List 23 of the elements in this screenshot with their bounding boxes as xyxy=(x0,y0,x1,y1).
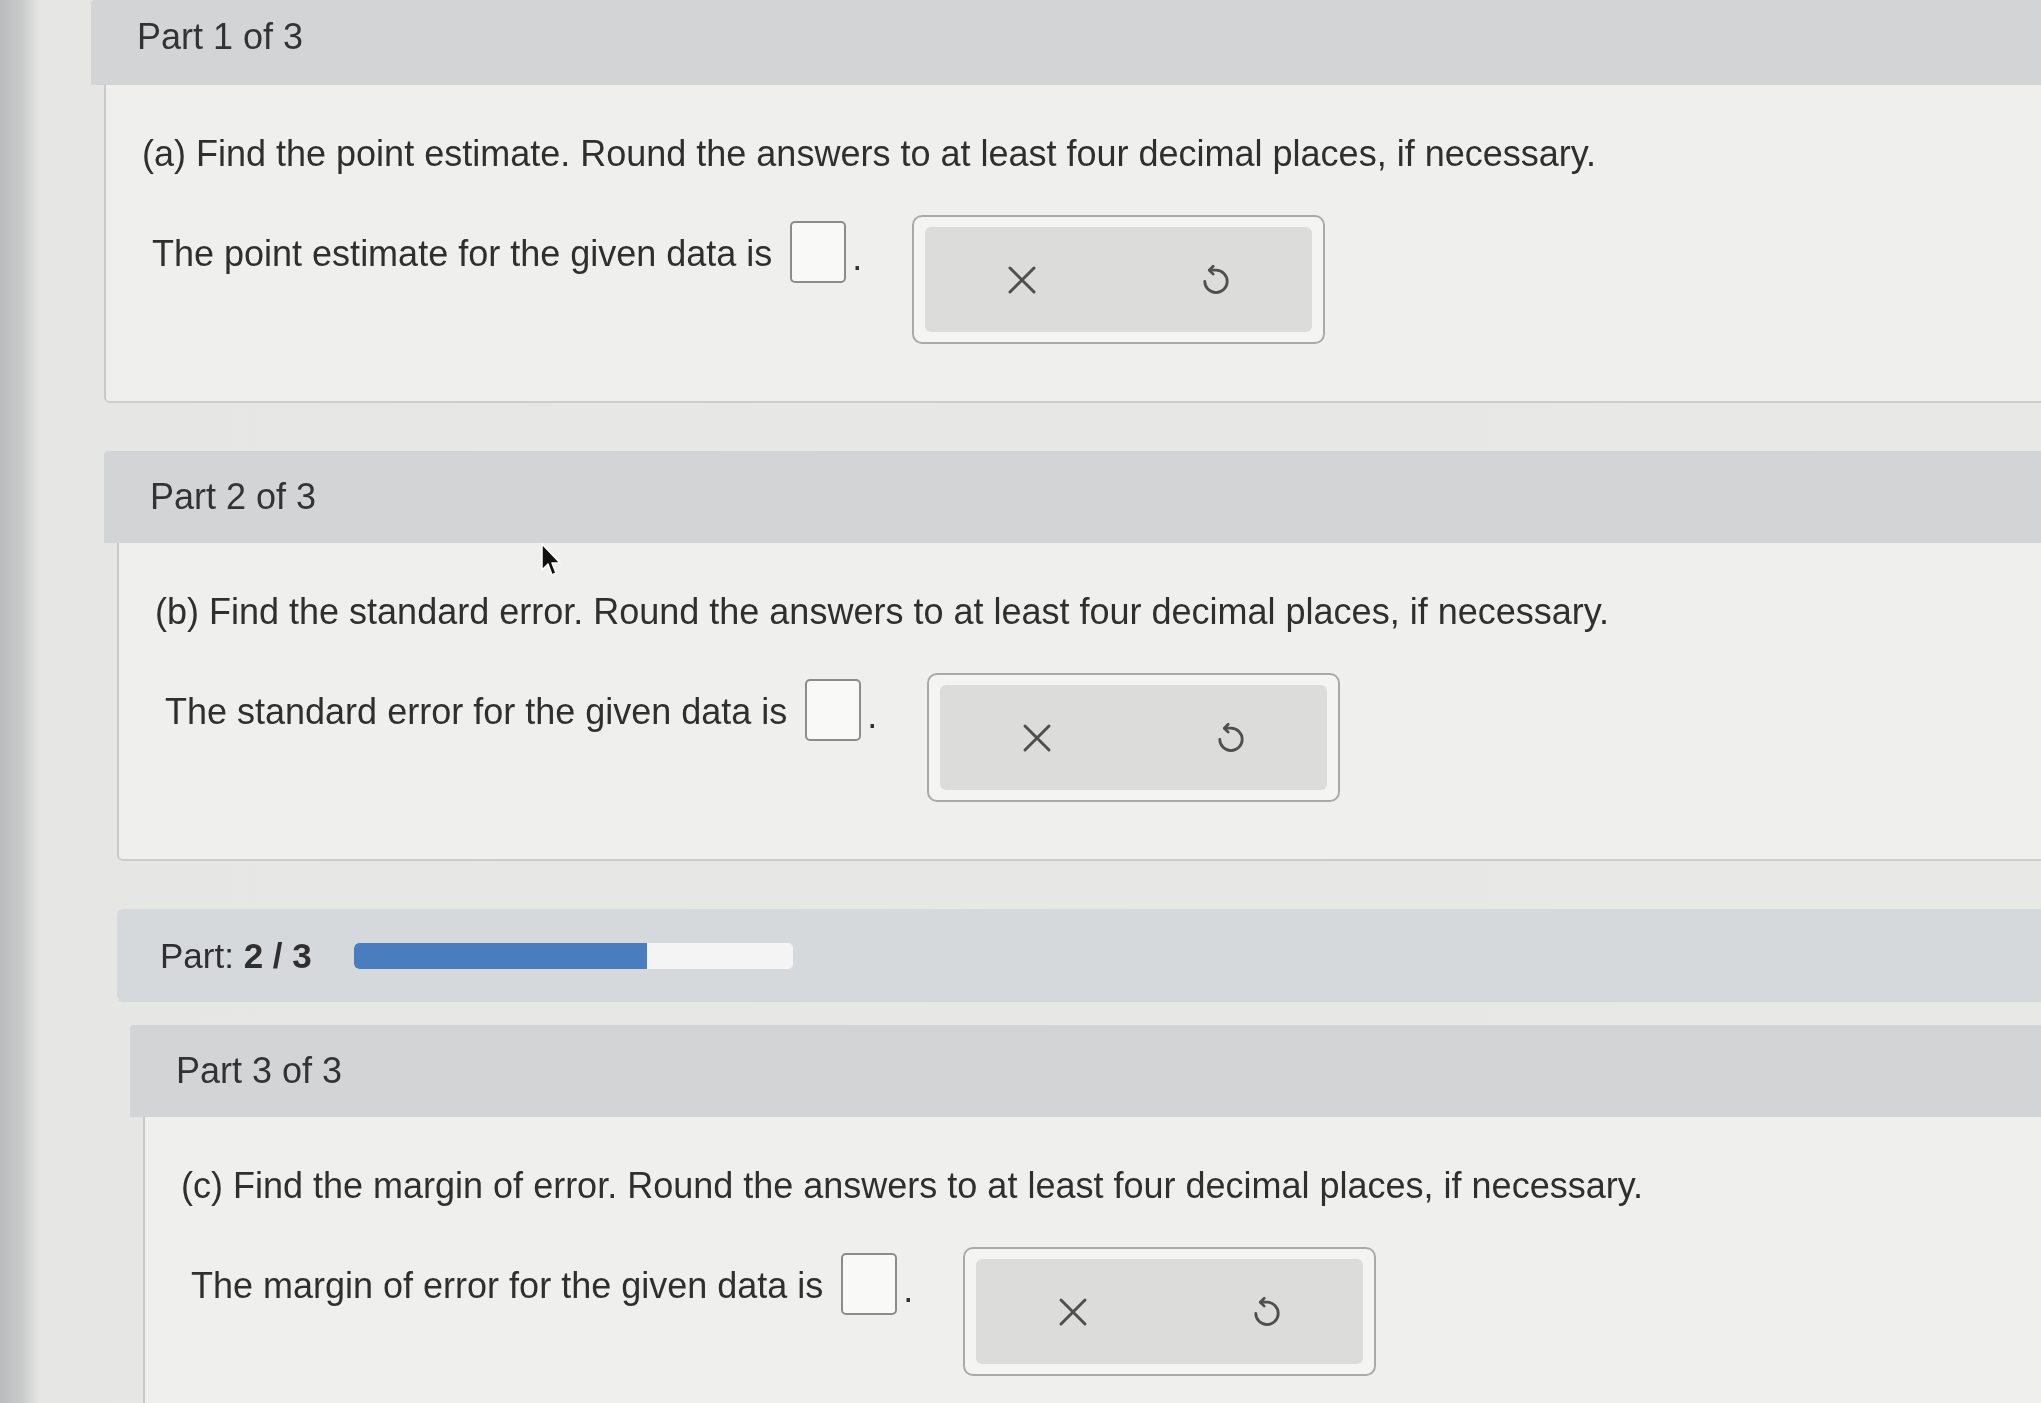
mouse-pointer-icon xyxy=(541,543,561,577)
sentence-period: . xyxy=(903,1269,914,1311)
close-icon xyxy=(1022,722,1053,753)
sentence-period: . xyxy=(852,237,863,279)
undo-icon xyxy=(1201,263,1230,296)
answer-prompt: The margin of error for the given data is xyxy=(191,1265,824,1307)
answer-prompt: The point estimate for the given data is xyxy=(152,233,773,275)
close-icon xyxy=(1058,1296,1089,1327)
undo-icon xyxy=(1216,721,1245,754)
question-text: (b) Find the standard error. Round the answers to at least four decimal places, if necessary. xyxy=(155,591,1611,633)
sentence-period: . xyxy=(867,695,878,737)
part-heading: Part 1 of 3 xyxy=(137,15,304,58)
part-heading: Part 2 of 3 xyxy=(150,476,317,518)
question-text: (c) Find the margin of error. Round the answers to at least four decimal places, if necessary. xyxy=(181,1165,1644,1207)
answer-box[interactable] xyxy=(790,221,847,283)
answer-box[interactable] xyxy=(841,1253,898,1315)
answer-prompt: The standard error for the given data is xyxy=(165,691,788,733)
progress-label: Part: 2 / 3 xyxy=(160,935,312,976)
question-text: (a) Find the point estimate. Round the answers to at least four decimal places, if necessary. xyxy=(142,133,1598,175)
undo-icon xyxy=(1252,1295,1281,1328)
answer-box[interactable] xyxy=(805,679,862,741)
close-icon xyxy=(1007,264,1038,295)
part-heading: Part 3 of 3 xyxy=(176,1050,343,1092)
